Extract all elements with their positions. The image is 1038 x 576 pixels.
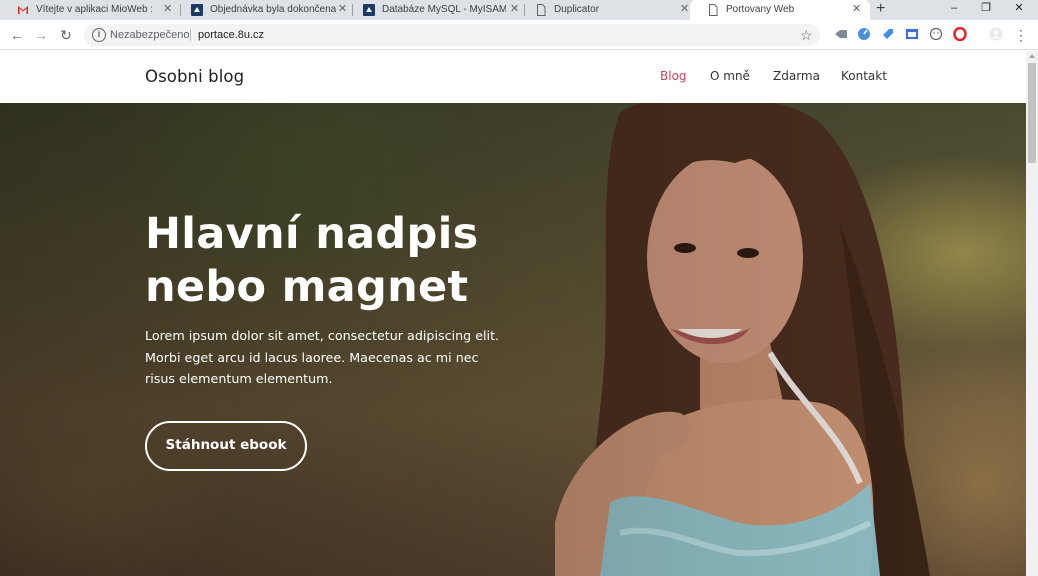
reload-button[interactable]: ↻: [57, 26, 75, 44]
nav-link-kontakt[interactable]: Kontakt: [841, 69, 887, 83]
tab-strip: Vítejte v aplikaci MioWeb :) - m ✕ Objed…: [0, 0, 1038, 20]
tab-mioweb[interactable]: Vítejte v aplikaci MioWeb :) - m ✕: [0, 0, 178, 20]
gmail-icon: [18, 6, 28, 14]
tag-blue-extension-icon[interactable]: [881, 27, 895, 41]
nav-link-o-mne[interactable]: O mně: [710, 69, 750, 83]
profile-avatar-icon[interactable]: [989, 27, 1003, 41]
page-icon: [537, 4, 546, 16]
close-tab-icon[interactable]: ✕: [852, 3, 861, 16]
tab-portovany-web[interactable]: Portovany Web ✕: [690, 0, 870, 20]
close-tab-icon[interactable]: ✕: [163, 3, 172, 16]
download-ebook-button[interactable]: Stáhnout ebook: [145, 421, 307, 471]
opera-extension-icon[interactable]: [953, 27, 967, 41]
tab-title: Portovany Web: [726, 4, 795, 15]
tab-title: Databáze MySQL - MyISAM: [382, 4, 506, 15]
speed-dial-extension-icon[interactable]: [857, 27, 871, 41]
url-text[interactable]: portace.8u.cz: [198, 28, 264, 42]
tab-title: Vítejte v aplikaci MioWeb :) - m: [36, 4, 152, 15]
smiley-extension-icon[interactable]: [929, 27, 943, 41]
tab-title: Duplicator: [554, 4, 600, 15]
new-tab-button[interactable]: +: [876, 0, 885, 18]
forward-button[interactable]: →: [32, 26, 50, 44]
hero-description: Lorem ipsum dolor sit amet, consectetur …: [145, 328, 500, 386]
hero-title: Hlavní nadpis nebo magnet: [145, 208, 565, 314]
info-icon[interactable]: i: [92, 28, 106, 42]
scroll-up-arrow-icon[interactable]: [1029, 54, 1035, 58]
browser-menu-button[interactable]: ⋮: [1012, 26, 1030, 44]
minimize-button[interactable]: –: [938, 0, 970, 18]
sitefav-icon: [363, 4, 375, 16]
back-button[interactable]: ←: [8, 26, 26, 44]
close-tab-icon[interactable]: ✕: [680, 3, 689, 16]
nav-link-blog[interactable]: Blog: [660, 69, 687, 83]
tab-objednavka[interactable]: Objednávka byla dokončena| 8 ✕: [174, 0, 352, 20]
bookmark-star-icon[interactable]: ☆: [800, 26, 813, 44]
security-label: Nezabezpečeno: [110, 29, 190, 41]
page-scrollbar[interactable]: [1026, 51, 1038, 576]
hero-section: Hlavní nadpis nebo magnet Lorem ipsum do…: [0, 103, 1026, 576]
address-bar[interactable]: i Nezabezpečeno portace.8u.cz ☆: [84, 24, 820, 46]
hero-title-line-1: Hlavní nadpis: [145, 209, 479, 259]
page-viewport: Osobni blog Blog O mně Zdarma Kontakt Hl…: [0, 51, 1026, 576]
nav-link-zdarma[interactable]: Zdarma: [773, 69, 820, 83]
tab-duplicator[interactable]: Duplicator ✕: [518, 0, 696, 20]
site-header: Osobni blog Blog O mně Zdarma Kontakt: [0, 51, 1026, 103]
page-icon: [709, 4, 718, 16]
window-extension-icon[interactable]: [905, 27, 919, 41]
maximize-button[interactable]: ❐: [970, 0, 1002, 18]
tab-title: Objednávka byla dokončena| 8: [210, 4, 336, 15]
site-logo[interactable]: Osobni blog: [145, 67, 244, 86]
tag-extension-icon[interactable]: [834, 27, 848, 41]
scroll-thumb[interactable]: [1028, 63, 1036, 163]
tab-databaze[interactable]: Databáze MySQL - MyISAM ✕: [346, 0, 524, 20]
sitefav-icon: [191, 4, 203, 16]
close-window-button[interactable]: ✕: [1003, 0, 1035, 18]
hero-title-line-2: nebo magnet: [145, 262, 469, 312]
